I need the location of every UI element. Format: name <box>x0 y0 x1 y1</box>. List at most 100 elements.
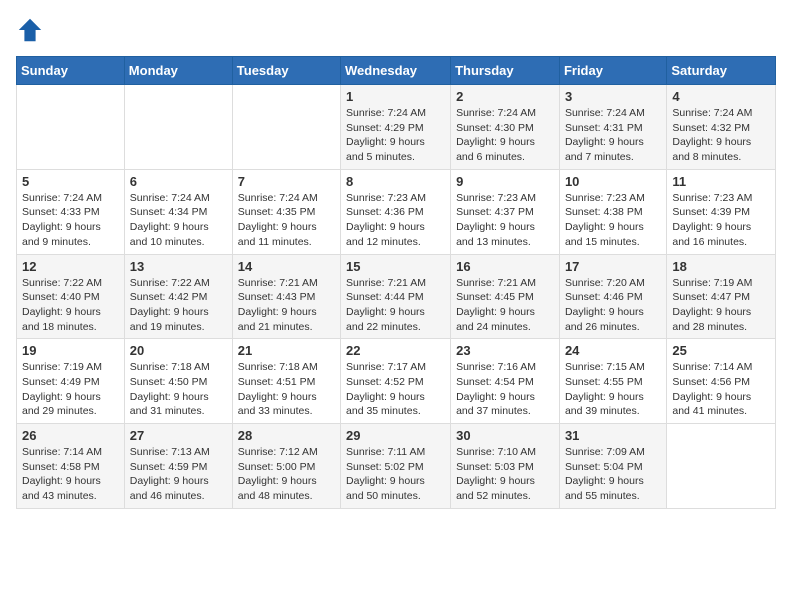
calendar-cell: 19 Sunrise: 7:19 AM Sunset: 4:49 PM Dayli… <box>17 339 125 424</box>
day-number: 10 <box>565 174 661 189</box>
calendar-cell: 5 Sunrise: 7:24 AM Sunset: 4:33 PM Daylig… <box>17 169 125 254</box>
calendar-cell: 15 Sunrise: 7:21 AM Sunset: 4:44 PM Dayli… <box>341 254 451 339</box>
day-info: Sunrise: 7:18 AM Sunset: 4:50 PM Dayligh… <box>130 360 227 419</box>
calendar-cell: 26 Sunrise: 7:14 AM Sunset: 4:58 PM Dayli… <box>17 424 125 509</box>
day-number: 11 <box>672 174 770 189</box>
day-number: 22 <box>346 343 445 358</box>
calendar-cell: 28 Sunrise: 7:12 AM Sunset: 5:00 PM Dayli… <box>232 424 340 509</box>
day-info: Sunrise: 7:24 AM Sunset: 4:34 PM Dayligh… <box>130 191 227 250</box>
calendar-cell: 2Sunrise: 7:24 AM Sunset: 4:30 PM Daylig… <box>451 85 560 170</box>
day-number: 19 <box>22 343 119 358</box>
day-number: 12 <box>22 259 119 274</box>
calendar-cell: 1 Sunrise: 7:24 AM Sunset: 4:29 PM Daylig… <box>341 85 451 170</box>
day-info: Sunrise: 7:11 AM Sunset: 5:02 PM Dayligh… <box>346 445 445 504</box>
logo-icon <box>16 16 44 44</box>
day-info: Sunrise: 7:21 AM Sunset: 4:44 PM Dayligh… <box>346 276 445 335</box>
day-number: 31 <box>565 428 661 443</box>
day-info: Sunrise: 7:23 AM Sunset: 4:37 PM Dayligh… <box>456 191 554 250</box>
calendar-cell: 31 Sunrise: 7:09 AM Sunset: 5:04 PM Dayli… <box>559 424 666 509</box>
calendar-cell: 8 Sunrise: 7:23 AM Sunset: 4:36 PM Daylig… <box>341 169 451 254</box>
calendar-week-row: 5 Sunrise: 7:24 AM Sunset: 4:33 PM Daylig… <box>17 169 776 254</box>
day-number: 17 <box>565 259 661 274</box>
day-info: Sunrise: 7:23 AM Sunset: 4:39 PM Dayligh… <box>672 191 770 250</box>
day-info: Sunrise: 7:17 AM Sunset: 4:52 PM Dayligh… <box>346 360 445 419</box>
calendar-cell: 27 Sunrise: 7:13 AM Sunset: 4:59 PM Dayli… <box>124 424 232 509</box>
day-info: Sunrise: 7:24 AM Sunset: 4:29 PM Dayligh… <box>346 106 445 165</box>
day-number: 29 <box>346 428 445 443</box>
day-info: Sunrise: 7:19 AM Sunset: 4:47 PM Dayligh… <box>672 276 770 335</box>
day-info: Sunrise: 7:20 AM Sunset: 4:46 PM Dayligh… <box>565 276 661 335</box>
calendar-cell: 21 Sunrise: 7:18 AM Sunset: 4:51 PM Dayli… <box>232 339 340 424</box>
day-number: 15 <box>346 259 445 274</box>
day-info: Sunrise: 7:18 AM Sunset: 4:51 PM Dayligh… <box>238 360 335 419</box>
day-info: Sunrise: 7:24 AM Sunset: 4:30 PM Dayligh… <box>456 106 554 165</box>
day-number: 27 <box>130 428 227 443</box>
calendar-cell: 10 Sunrise: 7:23 AM Sunset: 4:38 PM Dayli… <box>559 169 666 254</box>
day-number: 5 <box>22 174 119 189</box>
weekday-header: Friday <box>559 57 666 85</box>
day-number: 23 <box>456 343 554 358</box>
calendar-cell: 23 Sunrise: 7:16 AM Sunset: 4:54 PM Dayli… <box>451 339 560 424</box>
day-number: 21 <box>238 343 335 358</box>
weekday-header: Tuesday <box>232 57 340 85</box>
day-number: 18 <box>672 259 770 274</box>
weekday-header: Sunday <box>17 57 125 85</box>
calendar-cell: 11 Sunrise: 7:23 AM Sunset: 4:39 PM Dayli… <box>667 169 776 254</box>
weekday-header: Wednesday <box>341 57 451 85</box>
day-number: 26 <box>22 428 119 443</box>
day-number: 6 <box>130 174 227 189</box>
day-info: Sunrise: 7:23 AM Sunset: 4:38 PM Dayligh… <box>565 191 661 250</box>
calendar-cell <box>667 424 776 509</box>
day-number: 13 <box>130 259 227 274</box>
weekday-header: Monday <box>124 57 232 85</box>
day-info: Sunrise: 7:14 AM Sunset: 4:58 PM Dayligh… <box>22 445 119 504</box>
day-number: 30 <box>456 428 554 443</box>
day-number: 4 <box>672 89 770 104</box>
calendar-cell: 16Sunrise: 7:21 AM Sunset: 4:45 PM Dayli… <box>451 254 560 339</box>
calendar-cell <box>17 85 125 170</box>
day-info: Sunrise: 7:23 AM Sunset: 4:36 PM Dayligh… <box>346 191 445 250</box>
calendar-cell: 6 Sunrise: 7:24 AM Sunset: 4:34 PM Daylig… <box>124 169 232 254</box>
day-number: 20 <box>130 343 227 358</box>
day-info: Sunrise: 7:24 AM Sunset: 4:32 PM Dayligh… <box>672 106 770 165</box>
weekday-header-row: SundayMondayTuesdayWednesdayThursdayFrid… <box>17 57 776 85</box>
day-info: Sunrise: 7:10 AM Sunset: 5:03 PM Dayligh… <box>456 445 554 504</box>
day-info: Sunrise: 7:13 AM Sunset: 4:59 PM Dayligh… <box>130 445 227 504</box>
day-info: Sunrise: 7:22 AM Sunset: 4:40 PM Dayligh… <box>22 276 119 335</box>
calendar-cell: 7 Sunrise: 7:24 AM Sunset: 4:35 PM Daylig… <box>232 169 340 254</box>
day-info: Sunrise: 7:24 AM Sunset: 4:31 PM Dayligh… <box>565 106 661 165</box>
day-number: 7 <box>238 174 335 189</box>
day-info: Sunrise: 7:24 AM Sunset: 4:33 PM Dayligh… <box>22 191 119 250</box>
day-number: 28 <box>238 428 335 443</box>
day-info: Sunrise: 7:21 AM Sunset: 4:45 PM Dayligh… <box>456 276 554 335</box>
calendar-cell: 4 Sunrise: 7:24 AM Sunset: 4:32 PM Daylig… <box>667 85 776 170</box>
calendar-cell: 13Sunrise: 7:22 AM Sunset: 4:42 PM Dayli… <box>124 254 232 339</box>
calendar-week-row: 12 Sunrise: 7:22 AM Sunset: 4:40 PM Dayli… <box>17 254 776 339</box>
calendar-cell: 9Sunrise: 7:23 AM Sunset: 4:37 PM Daylig… <box>451 169 560 254</box>
day-info: Sunrise: 7:24 AM Sunset: 4:35 PM Dayligh… <box>238 191 335 250</box>
calendar-cell: 14Sunrise: 7:21 AM Sunset: 4:43 PM Dayli… <box>232 254 340 339</box>
calendar-cell: 24 Sunrise: 7:15 AM Sunset: 4:55 PM Dayli… <box>559 339 666 424</box>
weekday-header: Saturday <box>667 57 776 85</box>
day-number: 3 <box>565 89 661 104</box>
weekday-header: Thursday <box>451 57 560 85</box>
calendar-cell: 17 Sunrise: 7:20 AM Sunset: 4:46 PM Dayli… <box>559 254 666 339</box>
calendar-cell: 20 Sunrise: 7:18 AM Sunset: 4:50 PM Dayli… <box>124 339 232 424</box>
day-info: Sunrise: 7:16 AM Sunset: 4:54 PM Dayligh… <box>456 360 554 419</box>
day-number: 1 <box>346 89 445 104</box>
calendar-cell: 25Sunrise: 7:14 AM Sunset: 4:56 PM Dayli… <box>667 339 776 424</box>
calendar-cell <box>232 85 340 170</box>
calendar-cell: 29 Sunrise: 7:11 AM Sunset: 5:02 PM Dayli… <box>341 424 451 509</box>
calendar-cell: 3 Sunrise: 7:24 AM Sunset: 4:31 PM Daylig… <box>559 85 666 170</box>
day-info: Sunrise: 7:19 AM Sunset: 4:49 PM Dayligh… <box>22 360 119 419</box>
calendar-cell: 22 Sunrise: 7:17 AM Sunset: 4:52 PM Dayli… <box>341 339 451 424</box>
calendar-cell: 18 Sunrise: 7:19 AM Sunset: 4:47 PM Dayli… <box>667 254 776 339</box>
logo <box>16 16 48 44</box>
day-number: 8 <box>346 174 445 189</box>
day-info: Sunrise: 7:09 AM Sunset: 5:04 PM Dayligh… <box>565 445 661 504</box>
day-info: Sunrise: 7:15 AM Sunset: 4:55 PM Dayligh… <box>565 360 661 419</box>
page-header <box>16 16 776 44</box>
calendar-week-row: 1 Sunrise: 7:24 AM Sunset: 4:29 PM Daylig… <box>17 85 776 170</box>
day-number: 24 <box>565 343 661 358</box>
day-info: Sunrise: 7:12 AM Sunset: 5:00 PM Dayligh… <box>238 445 335 504</box>
